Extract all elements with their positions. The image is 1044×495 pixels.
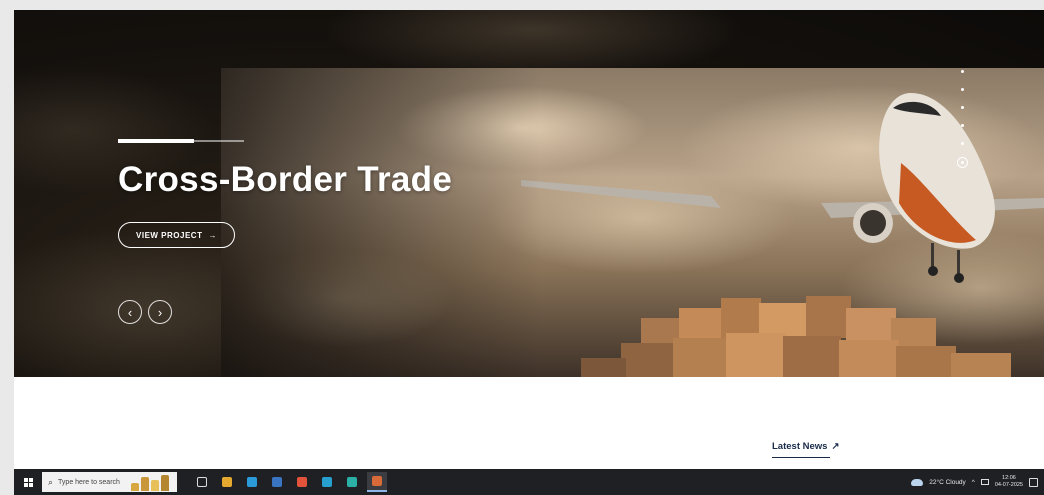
- view-project-label: VIEW PROJECT: [136, 230, 203, 240]
- slide-dot[interactable]: [960, 106, 964, 109]
- next-slide-button[interactable]: ›: [148, 300, 172, 324]
- arrow-up-right-icon: ↗: [831, 441, 840, 452]
- slide-pagination: [957, 70, 968, 168]
- start-button[interactable]: [18, 472, 38, 492]
- slide-dot[interactable]: [960, 124, 964, 127]
- system-tray: 22°C Cloudy ^ 12:06 04-07-2025: [911, 475, 1044, 489]
- slide-dot[interactable]: [960, 88, 964, 91]
- weather-cloud-icon: [911, 478, 924, 486]
- edge-browser-icon[interactable]: [217, 472, 237, 492]
- chevron-left-icon: ‹: [127, 304, 133, 320]
- slide-dot[interactable]: [960, 70, 964, 73]
- app-icon[interactable]: [342, 472, 362, 492]
- slide-dot[interactable]: [960, 142, 964, 145]
- latest-news-underline: [772, 457, 830, 458]
- app-active-icon[interactable]: [367, 472, 387, 492]
- taskbar-search-box[interactable]: ⌕ Type here to search: [42, 472, 177, 492]
- clock-date: 04-07-2025: [994, 482, 1023, 488]
- slide-progress-bar: [118, 139, 194, 143]
- search-icon: ⌕: [48, 476, 54, 487]
- view-project-button[interactable]: VIEW PROJECT →: [118, 222, 235, 248]
- search-placeholder: Type here to search: [58, 478, 120, 486]
- search-highlight-icon: [131, 473, 179, 491]
- hero-image-shade: [221, 68, 541, 377]
- chevron-right-icon: ›: [157, 304, 163, 320]
- network-icon[interactable]: [980, 479, 989, 485]
- clock-time: 12:06: [1002, 475, 1016, 481]
- file-explorer-icon[interactable]: [242, 472, 262, 492]
- previous-slide-button[interactable]: ‹: [118, 300, 142, 324]
- slide-dot-active[interactable]: [957, 157, 968, 168]
- chrome-icon[interactable]: [292, 472, 312, 492]
- browser-screen: Cross-Border Trade VIEW PROJECT → ‹ › La…: [14, 10, 1044, 495]
- tray-chevron-icon[interactable]: ^: [972, 479, 975, 486]
- taskbar-clock[interactable]: 12:06 04-07-2025: [995, 475, 1023, 489]
- task-view-icon[interactable]: [192, 472, 212, 492]
- hero-title: Cross-Border Trade: [118, 160, 453, 199]
- latest-news-label: Latest News: [772, 441, 828, 452]
- windows-taskbar: ⌕ Type here to search 22°C Cloudy ^ 12:0…: [14, 469, 1044, 495]
- arrow-right-icon: →: [208, 230, 217, 240]
- latest-news-link[interactable]: Latest News ↗: [772, 441, 839, 452]
- windows-logo-icon: [23, 477, 33, 487]
- hero-image: [221, 68, 1044, 377]
- notifications-icon[interactable]: [1029, 477, 1038, 487]
- taskbar-pinned-apps: [187, 472, 387, 492]
- weather-text[interactable]: 22°C Cloudy: [929, 479, 966, 486]
- edge-icon[interactable]: [317, 472, 337, 492]
- hero-slider: Cross-Border Trade VIEW PROJECT → ‹ ›: [14, 10, 1044, 377]
- mail-icon[interactable]: [267, 472, 287, 492]
